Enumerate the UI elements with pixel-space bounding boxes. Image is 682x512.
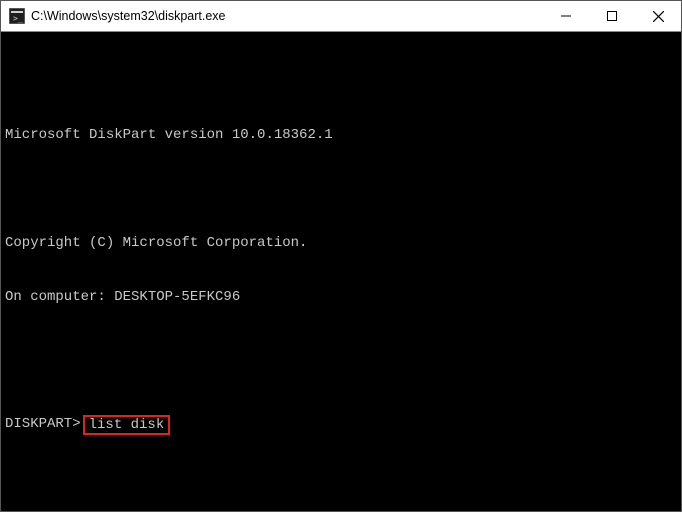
maximize-button[interactable] — [589, 1, 635, 31]
version-line: Microsoft DiskPart version 10.0.18362.1 — [5, 126, 677, 144]
cmd-list-disk: list disk — [83, 415, 171, 435]
blank-line — [5, 488, 677, 506]
maximize-icon — [607, 11, 617, 21]
blank-line — [5, 72, 677, 90]
close-button[interactable] — [635, 1, 681, 31]
copyright-line: Copyright (C) Microsoft Corporation. — [5, 234, 677, 252]
close-icon — [653, 11, 664, 22]
blank-line — [5, 342, 677, 360]
blank-line — [5, 180, 677, 198]
app-icon: >_ — [9, 8, 25, 24]
prompt-line-1: DISKPART>list disk — [5, 414, 677, 434]
minimize-icon — [561, 11, 571, 21]
diskpart-window: >_ C:\Windows\system32\diskpart.exe — [0, 0, 682, 512]
svg-text:>_: >_ — [13, 14, 23, 23]
titlebar[interactable]: >_ C:\Windows\system32\diskpart.exe — [1, 1, 681, 32]
minimize-button[interactable] — [543, 1, 589, 31]
computer-line: On computer: DESKTOP-5EFKC96 — [5, 288, 677, 306]
terminal-area[interactable]: Microsoft DiskPart version 10.0.18362.1 … — [1, 32, 681, 511]
window-controls — [543, 1, 681, 31]
window-title: C:\Windows\system32\diskpart.exe — [31, 9, 543, 23]
prompt-text: DISKPART> — [5, 415, 81, 433]
